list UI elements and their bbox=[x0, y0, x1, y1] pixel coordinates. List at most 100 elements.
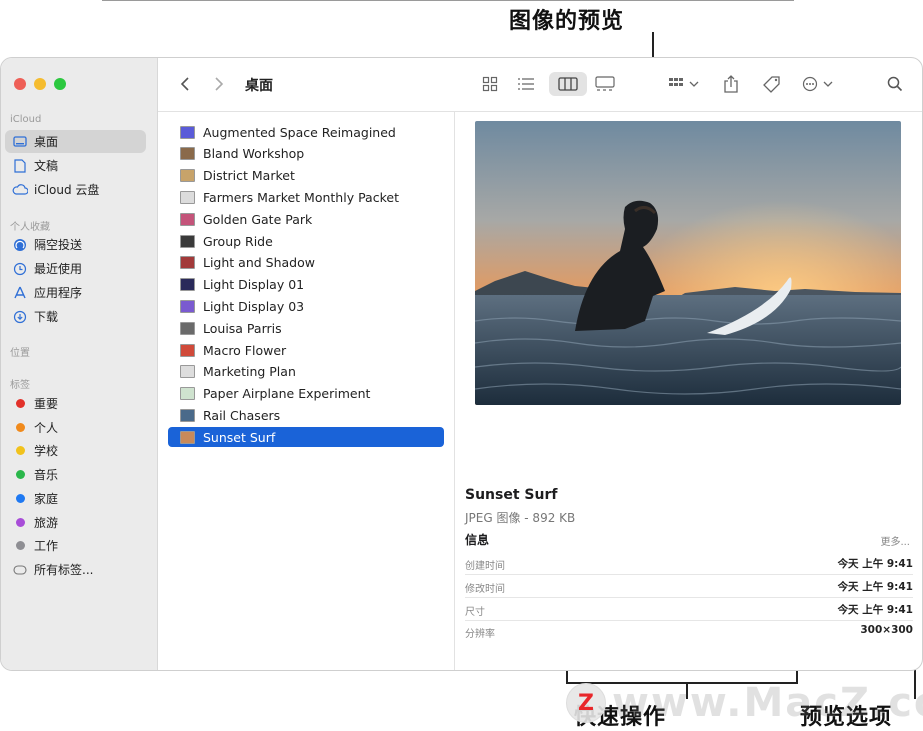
sidebar-item-downloads[interactable]: 下载 bbox=[5, 305, 146, 328]
file-thumbnail-icon bbox=[180, 278, 195, 292]
info-key: 分辨率 bbox=[465, 629, 495, 641]
tag-color-dot-icon bbox=[12, 490, 28, 506]
sidebar-tag-item[interactable]: 工作 bbox=[5, 534, 146, 557]
info-key: 尺寸 bbox=[465, 606, 485, 618]
file-row[interactable]: Golden Gate Park bbox=[168, 209, 444, 229]
chevron-left-icon bbox=[180, 77, 189, 91]
search-button[interactable] bbox=[884, 72, 906, 96]
file-thumbnail-icon bbox=[180, 408, 195, 422]
file-name: Marketing Plan bbox=[203, 364, 296, 380]
airdrop-icon bbox=[12, 237, 28, 253]
sidebar-tag-item[interactable]: 旅游 bbox=[5, 511, 146, 534]
forward-button[interactable] bbox=[210, 72, 228, 96]
toolbar: 桌面 bbox=[158, 58, 922, 112]
sidebar-item-desktop[interactable]: 桌面 bbox=[5, 130, 146, 153]
sidebar-tag-item[interactable]: 学校 bbox=[5, 439, 146, 462]
sidebar-item-recents[interactable]: 最近使用 bbox=[5, 257, 146, 280]
file-row[interactable]: Paper Airplane Experiment bbox=[168, 384, 444, 404]
tag-color-dot-icon bbox=[12, 467, 28, 483]
file-row[interactable]: Rail Chasers bbox=[168, 405, 444, 425]
section-icloud: iCloud bbox=[10, 114, 42, 125]
file-list: Augmented Space Reimagined Bland Workshop… bbox=[158, 112, 455, 670]
more-link[interactable]: 更多... bbox=[880, 533, 910, 548]
file-row[interactable]: Macro Flower bbox=[168, 340, 444, 360]
file-thumbnail-icon bbox=[180, 365, 195, 379]
sidebar-tag-item[interactable]: 重要 bbox=[5, 392, 146, 415]
sidebar-item-label: 音乐 bbox=[34, 468, 59, 483]
chevron-down-icon bbox=[823, 81, 832, 87]
group-button[interactable] bbox=[665, 72, 701, 96]
share-button[interactable] bbox=[720, 72, 742, 96]
sidebar-tag-item[interactable]: 个人 bbox=[5, 416, 146, 439]
list-view-button[interactable] bbox=[514, 72, 538, 96]
sidebar-item-label: 最近使用 bbox=[34, 262, 83, 276]
clock-icon bbox=[12, 261, 28, 277]
sidebar-item-label: iCloud 云盘 bbox=[34, 183, 100, 197]
file-row[interactable]: Light Display 03 bbox=[168, 296, 444, 316]
preview-pane: Sunset Surf JPEG 图像 - 892 KB 信息 更多... 创建… bbox=[455, 112, 922, 670]
file-thumbnail-icon bbox=[180, 147, 195, 161]
file-name: Light Display 03 bbox=[203, 298, 305, 314]
file-row[interactable]: Bland Workshop bbox=[168, 144, 444, 164]
gallery-view-button[interactable] bbox=[592, 72, 618, 96]
action-menu-button[interactable] bbox=[799, 72, 835, 96]
chevron-down-icon bbox=[689, 81, 698, 87]
file-row[interactable]: Group Ride bbox=[168, 231, 444, 251]
file-row[interactable]: Augmented Space Reimagined bbox=[168, 122, 444, 142]
file-row[interactable]: Louisa Parris bbox=[168, 318, 444, 338]
file-name: Light Display 01 bbox=[203, 277, 305, 293]
file-row[interactable]: Light and Shadow bbox=[168, 253, 444, 273]
file-row[interactable]: Marketing Plan bbox=[168, 362, 444, 382]
sidebar-item-label: 所有标签... bbox=[34, 563, 94, 577]
file-name: Paper Airplane Experiment bbox=[203, 386, 371, 402]
icon-view-button[interactable] bbox=[478, 72, 502, 96]
ellipsis-circle-icon bbox=[802, 76, 817, 92]
group-grid-icon bbox=[668, 78, 683, 86]
tag-icon bbox=[763, 76, 780, 93]
sidebar-tag-item[interactable]: 家庭 bbox=[5, 487, 146, 510]
file-row[interactable]: District Market bbox=[168, 166, 444, 186]
file-row[interactable]: Sunset Surf bbox=[168, 427, 444, 448]
zoom-button[interactable] bbox=[54, 78, 66, 90]
file-name: Bland Workshop bbox=[203, 146, 305, 162]
finder-window: iCloud 桌面 文稿 iCloud 云盘 个人收藏 隔空投送 最近使用 应用… bbox=[0, 57, 923, 671]
tag-outline-icon bbox=[12, 562, 28, 578]
sidebar-item-label: 下载 bbox=[34, 310, 59, 324]
file-name: Golden Gate Park bbox=[203, 211, 313, 227]
window-title: 桌面 bbox=[245, 78, 273, 94]
file-name: Group Ride bbox=[203, 233, 273, 249]
file-name: Louisa Parris bbox=[203, 320, 282, 336]
desktop-icon bbox=[12, 134, 28, 150]
sidebar-item-documents[interactable]: 文稿 bbox=[5, 154, 146, 177]
callout-preview-image: 图像的预览 bbox=[509, 9, 625, 34]
quick-action-button[interactable]: 向左旋转 bbox=[583, 670, 643, 671]
tag-button[interactable] bbox=[760, 72, 784, 96]
tag-color-dot-icon bbox=[12, 419, 28, 435]
info-key: 修改时间 bbox=[465, 583, 505, 595]
minimize-button[interactable] bbox=[34, 78, 46, 90]
back-button[interactable] bbox=[176, 72, 194, 96]
sidebar-item-airdrop[interactable]: 隔空投送 bbox=[5, 233, 146, 256]
sidebar-item-applications[interactable]: 应用程序 bbox=[5, 281, 146, 304]
info-key: 创建时间 bbox=[465, 561, 505, 572]
quick-action-button[interactable]: 更多... bbox=[734, 670, 794, 671]
file-row[interactable]: Light Display 01 bbox=[168, 275, 444, 295]
search-icon bbox=[887, 76, 903, 92]
file-thumbnail-icon bbox=[180, 212, 195, 226]
column-view-button[interactable] bbox=[549, 72, 587, 96]
file-name: Sunset Surf bbox=[203, 429, 276, 445]
tag-color-dot-icon bbox=[12, 396, 28, 412]
info-row: 分辨率 300×300 bbox=[465, 620, 913, 642]
file-row[interactable]: Farmers Market Monthly Packet bbox=[168, 187, 444, 207]
sidebar-item-icloud-drive[interactable]: iCloud 云盘 bbox=[5, 178, 146, 201]
file-name: District Market bbox=[203, 168, 295, 184]
section-tags: 标签 bbox=[10, 380, 30, 391]
sidebar-tag-item[interactable]: 音乐 bbox=[5, 463, 146, 486]
sidebar-item-all-tags[interactable]: 所有标签... bbox=[5, 558, 146, 581]
window-controls bbox=[14, 78, 66, 90]
share-icon bbox=[724, 75, 738, 93]
file-thumbnail-icon bbox=[180, 169, 195, 183]
close-button[interactable] bbox=[14, 78, 26, 90]
file-thumbnail-icon bbox=[180, 256, 195, 270]
quick-action-button[interactable]: 标记 bbox=[659, 670, 719, 671]
